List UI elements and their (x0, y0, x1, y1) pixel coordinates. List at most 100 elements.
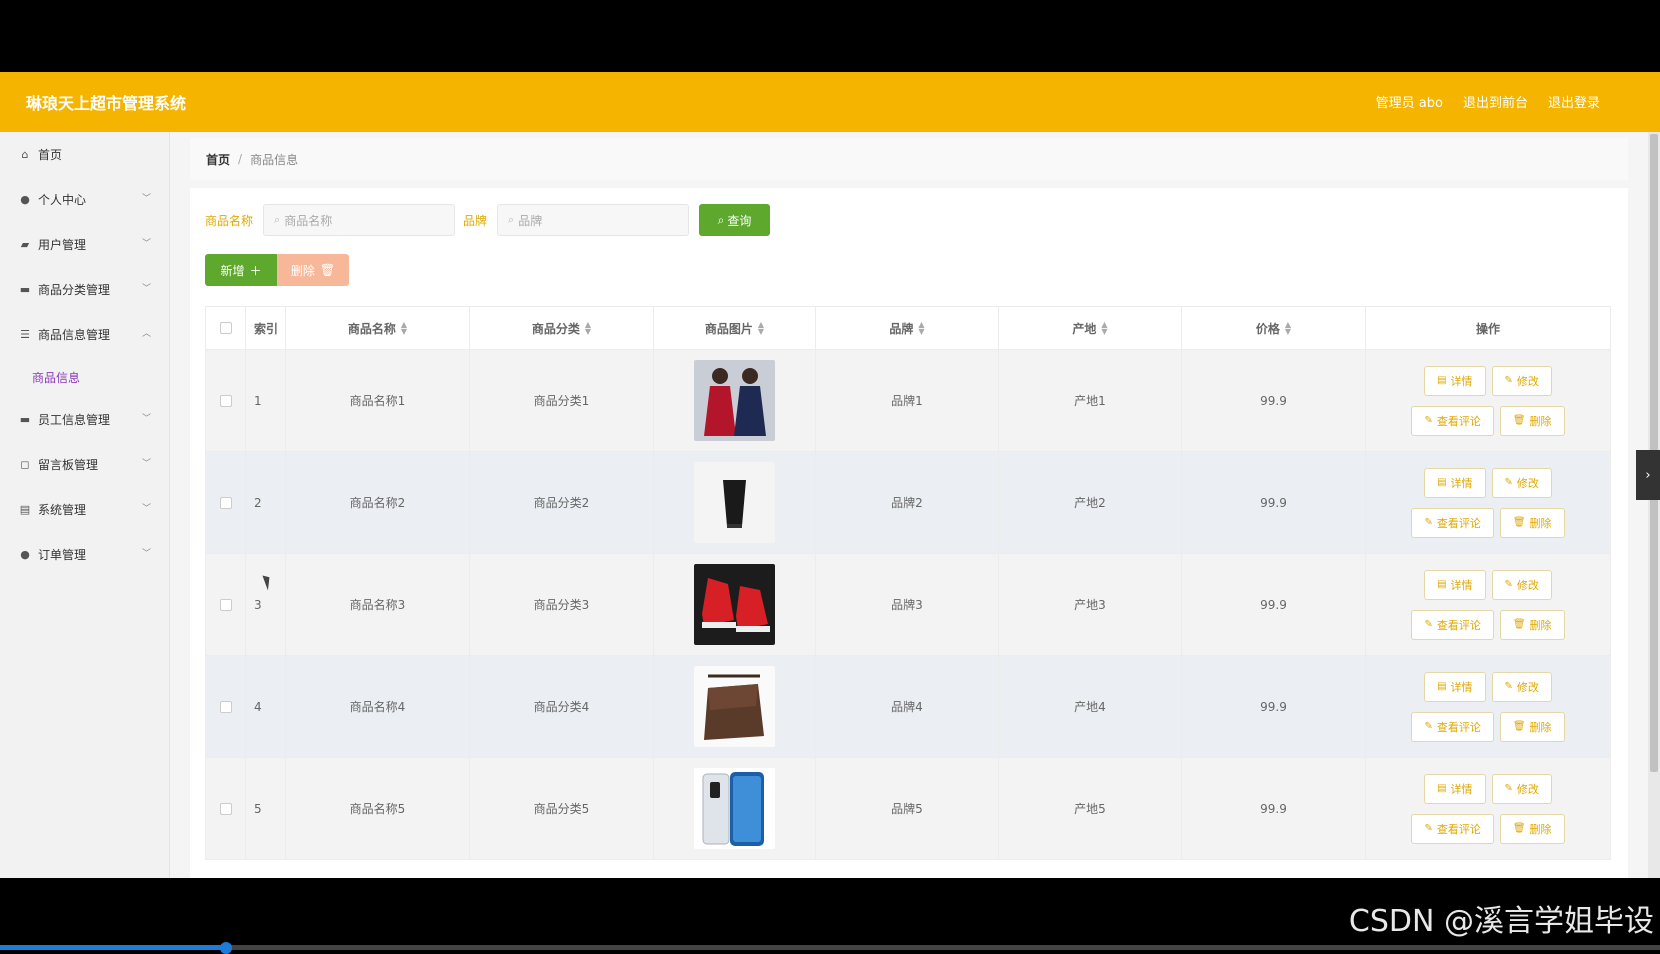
view-comments-button[interactable]: ✎ 查看评论 (1411, 609, 1494, 640)
product-category-cell: 商品分类1 (470, 350, 654, 451)
sidebar-item-label: 订单管理 (38, 548, 87, 562)
cosmetic-tube-photo[interactable] (694, 462, 775, 543)
clothing-photo[interactable] (694, 360, 775, 441)
sort-icon[interactable]: ▲ ▼ (758, 321, 764, 336)
column-header-image[interactable]: 商品图片 ▲ ▼ (654, 307, 816, 349)
trash-icon: 🗑 (1512, 823, 1526, 834)
detail-button[interactable]: ▤ 详情 (1424, 773, 1486, 804)
edit-button[interactable]: ✎ 修改 (1491, 773, 1552, 804)
sort-icon[interactable]: ▲ ▼ (585, 321, 591, 336)
product-category-cell: 商品分类3 (470, 554, 654, 655)
select-all-checkbox[interactable] (219, 322, 232, 334)
sidebar-item-staff[interactable]: ▬ 员工信息管理 ﹀ (0, 397, 169, 442)
operations-group: ▤ 详情 ✎ 修改 ✎ 查看评论 🗑 删除 (1411, 365, 1565, 436)
column-header-origin[interactable]: 产地 ▲ ▼ (999, 307, 1182, 349)
column-header-brand[interactable]: 品牌 ▲ ▼ (816, 307, 999, 349)
view-comments-label: 查看评论 (1436, 822, 1481, 836)
sort-icon[interactable]: ▲ ▼ (1101, 321, 1107, 336)
operations-cell: ▤ 详情 ✎ 修改 ✎ 查看评论 🗑 删除 (1366, 350, 1610, 451)
trash-icon: 🗑 (319, 263, 336, 277)
sidebar-item-label: 个人中心 (38, 193, 87, 207)
detail-button[interactable]: ▤ 详情 (1424, 569, 1486, 600)
breadcrumb: 首页 / 商品信息 (190, 138, 1628, 180)
back-to-front-link[interactable]: 退出到前台 (1463, 92, 1528, 111)
row-checkbox[interactable] (219, 496, 232, 509)
detail-button[interactable]: ▤ 详情 (1424, 671, 1486, 702)
delete-row-button[interactable]: 🗑 删除 (1499, 813, 1565, 844)
query-button[interactable]: ⌕ 查询 (699, 204, 771, 236)
vertical-scrollbar[interactable] (1648, 132, 1660, 878)
video-progress-bar[interactable] (0, 942, 1660, 954)
product-name-cell: 商品名称1 (286, 350, 470, 451)
column-header-label: 商品名称 (347, 321, 396, 336)
product-name-cell: 商品名称3 (286, 554, 470, 655)
delete-row-button[interactable]: 🗑 删除 (1499, 609, 1565, 640)
column-header-label: 商品分类 (531, 321, 580, 336)
view-comments-button[interactable]: ✎ 查看评论 (1411, 507, 1494, 538)
view-comments-button[interactable]: ✎ 查看评论 (1411, 813, 1494, 844)
operations-cell: ▤ 详情 ✎ 修改 ✎ 查看评论 🗑 删除 (1366, 554, 1610, 655)
smartphone-photo[interactable] (694, 768, 775, 849)
product-image-cell (654, 656, 816, 757)
view-comments-button[interactable]: ✎ 查看评论 (1411, 405, 1494, 436)
sidebar-item-orders[interactable]: ● 订单管理 ﹀ (0, 532, 169, 577)
edit-button-label: 修改 (1516, 782, 1539, 796)
brand-search-input[interactable]: ⌕ 品牌 (497, 204, 690, 236)
trash-icon: 🗑 (1512, 619, 1526, 630)
add-button-label: 新增 (220, 263, 245, 278)
delete-row-button[interactable]: 🗑 删除 (1499, 507, 1565, 538)
delete-row-button[interactable]: 🗑 删除 (1499, 405, 1565, 436)
sidebar-subitem-product-info[interactable]: 商品信息 (0, 357, 169, 397)
product-name-cell: 商品名称5 (286, 758, 470, 859)
edit-button[interactable]: ✎ 修改 (1491, 671, 1552, 702)
red-sneakers-photo[interactable] (694, 564, 775, 645)
row-checkbox[interactable] (219, 598, 232, 611)
product-name-cell: 商品名称2 (286, 452, 470, 553)
sort-icon[interactable]: ▲ ▼ (918, 321, 924, 336)
detail-button-label: 详情 (1450, 782, 1473, 796)
app-title: 琳琅天上超市管理系统 (26, 94, 187, 113)
product-name-cell: 商品名称4 (286, 656, 470, 757)
brown-bag-photo[interactable] (694, 666, 775, 747)
row-checkbox[interactable] (219, 394, 232, 407)
sidebar-item-messages[interactable]: ◻ 留言板管理 ﹀ (0, 442, 169, 487)
top-links: 管理员 abo 退出到前台 退出登录 (1376, 92, 1600, 111)
row-checkbox[interactable] (219, 700, 232, 713)
index-cell: 3 (246, 554, 286, 655)
logout-link[interactable]: 退出登录 (1548, 92, 1600, 111)
chevron-down-icon: ﹀ (141, 504, 151, 514)
breadcrumb-home[interactable]: 首页 (206, 151, 230, 168)
admin-label[interactable]: 管理员 abo (1376, 92, 1443, 111)
view-comments-button[interactable]: ✎ 查看评论 (1411, 711, 1494, 742)
sidebar-item-home[interactable]: ⌂ 首页 (0, 132, 169, 177)
delete-row-label: 删除 (1529, 618, 1552, 632)
sort-icon[interactable]: ▲ ▼ (1285, 321, 1291, 336)
column-header-category[interactable]: 商品分类 ▲ ▼ (470, 307, 654, 349)
users-icon: ▰ (20, 238, 30, 251)
pencil-icon: ✎ (1424, 619, 1433, 630)
edit-button[interactable]: ✎ 修改 (1491, 365, 1552, 396)
origin-cell: 产地2 (999, 452, 1182, 553)
delete-row-button[interactable]: 🗑 删除 (1499, 711, 1565, 742)
sort-icon[interactable]: ▲ ▼ (401, 321, 407, 336)
detail-button[interactable]: ▤ 详情 (1424, 365, 1486, 396)
video-progress-knob[interactable] (220, 942, 232, 954)
column-header-price[interactable]: 价格 ▲ ▼ (1182, 307, 1366, 349)
table-row: 2 商品名称2 商品分类2 品牌2 产地2 99.9 ▤ 详情 ✎ 修改 ✎ 查看评论… (206, 452, 1610, 554)
product-category-cell: 商品分类2 (470, 452, 654, 553)
add-button[interactable]: 新增 ＋ (205, 254, 277, 286)
sidebar-item-label: 系统管理 (38, 503, 87, 517)
row-checkbox[interactable] (219, 802, 232, 815)
sidebar-item-system[interactable]: ▤ 系统管理 ﹀ (0, 487, 169, 532)
edit-button[interactable]: ✎ 修改 (1491, 467, 1552, 498)
batch-delete-button[interactable]: 删除 🗑 (277, 254, 349, 286)
column-header-name[interactable]: 商品名称 ▲ ▼ (286, 307, 470, 349)
name-search-input[interactable]: ⌕ 商品名称 (263, 204, 456, 236)
sidebar-item-products[interactable]: ☰ 商品信息管理 ︿ (0, 312, 169, 357)
sidebar-item-profile[interactable]: ● 个人中心 ﹀ (0, 177, 169, 222)
sidebar-item-categories[interactable]: ▬ 商品分类管理 ﹀ (0, 267, 169, 312)
expand-panel-button[interactable]: › (1636, 450, 1660, 500)
edit-button[interactable]: ✎ 修改 (1491, 569, 1552, 600)
detail-button[interactable]: ▤ 详情 (1424, 467, 1486, 498)
sidebar-item-users[interactable]: ▰ 用户管理 ﹀ (0, 222, 169, 267)
